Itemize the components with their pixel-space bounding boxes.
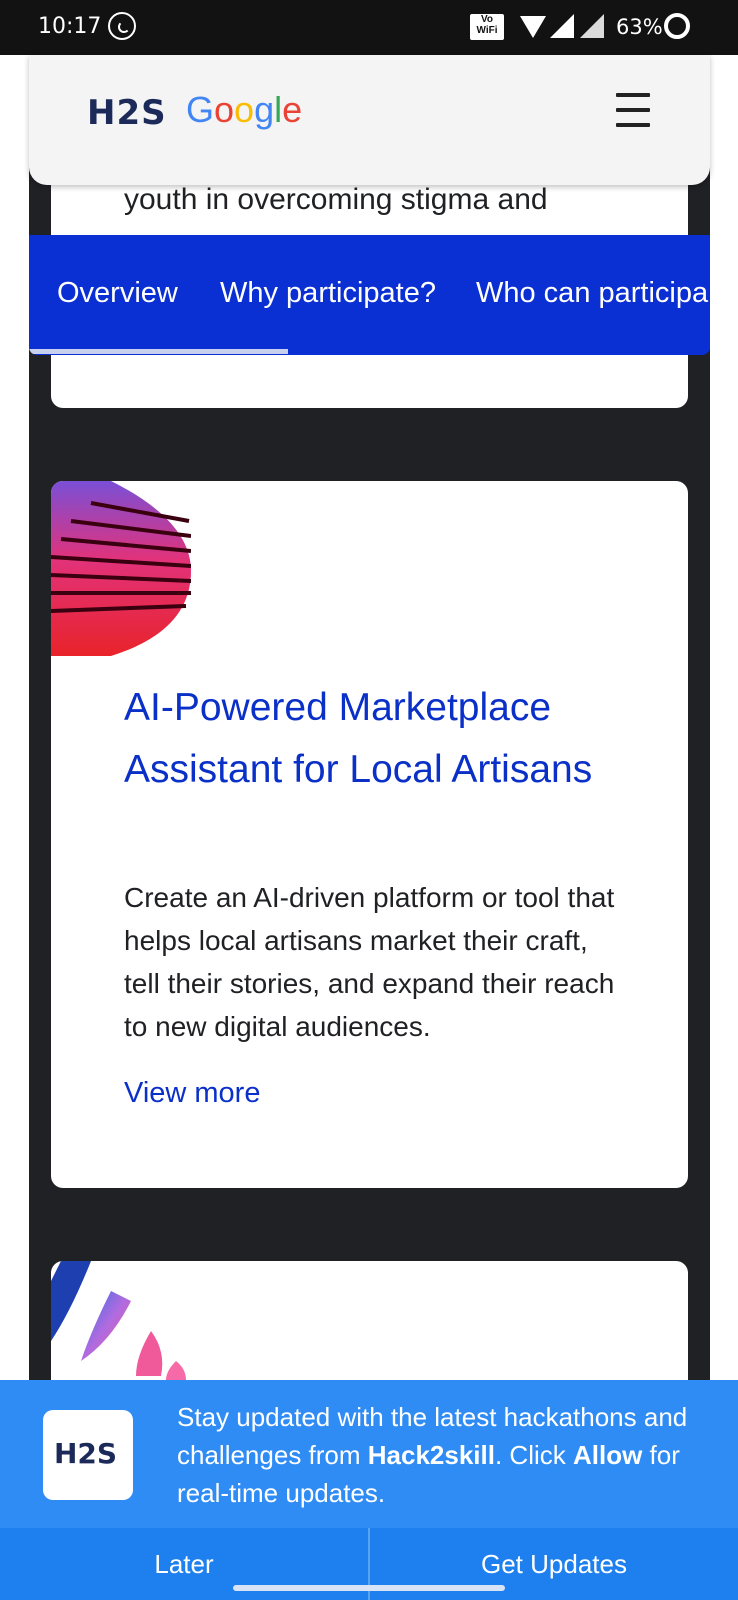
signal-icon bbox=[580, 14, 604, 38]
battery-icon bbox=[664, 13, 690, 39]
signal-icon bbox=[550, 14, 574, 38]
vowifi-icon: Vo WiFi bbox=[470, 14, 504, 40]
card-title: AI-Powered Marketplace Assistant for Loc… bbox=[124, 686, 593, 791]
site-header: H2S Google bbox=[29, 55, 710, 185]
view-more-link[interactable]: View more bbox=[124, 1077, 260, 1110]
home-indicator[interactable] bbox=[233, 1585, 505, 1591]
tab-who-can-participate[interactable]: Who can participa bbox=[476, 277, 708, 310]
h2s-logo[interactable]: H2S bbox=[87, 93, 167, 133]
card-illustration bbox=[51, 1261, 186, 1380]
previous-card-text: youth in overcoming stigma and bbox=[124, 183, 548, 216]
tab-bar: Overview Why participate? Who can partic… bbox=[29, 235, 710, 355]
hamburger-menu-icon[interactable] bbox=[616, 93, 650, 127]
wifi-icon bbox=[520, 16, 546, 38]
notification-banner: H2S Stay updated with the latest hackath… bbox=[0, 1380, 738, 1600]
battery-percent: 63% bbox=[616, 15, 663, 39]
tab-why-participate[interactable]: Why participate? bbox=[220, 277, 436, 310]
status-time: 10:17 bbox=[38, 14, 102, 39]
status-bar: 10:17 Vo WiFi 63% bbox=[0, 0, 738, 55]
card-illustration bbox=[51, 481, 191, 656]
h2s-logo: H2S bbox=[43, 1410, 133, 1500]
notification-message: Stay updated with the latest hackathons … bbox=[177, 1402, 688, 1508]
whatsapp-icon bbox=[108, 12, 136, 40]
card-description: Create an AI-driven platform or tool tha… bbox=[124, 882, 615, 1042]
active-tab-indicator bbox=[29, 349, 288, 354]
problem-card: AI-Powered Marketplace Assistant for Loc… bbox=[51, 481, 688, 1188]
tab-overview[interactable]: Overview bbox=[57, 277, 178, 310]
google-logo: Google bbox=[186, 89, 303, 130]
